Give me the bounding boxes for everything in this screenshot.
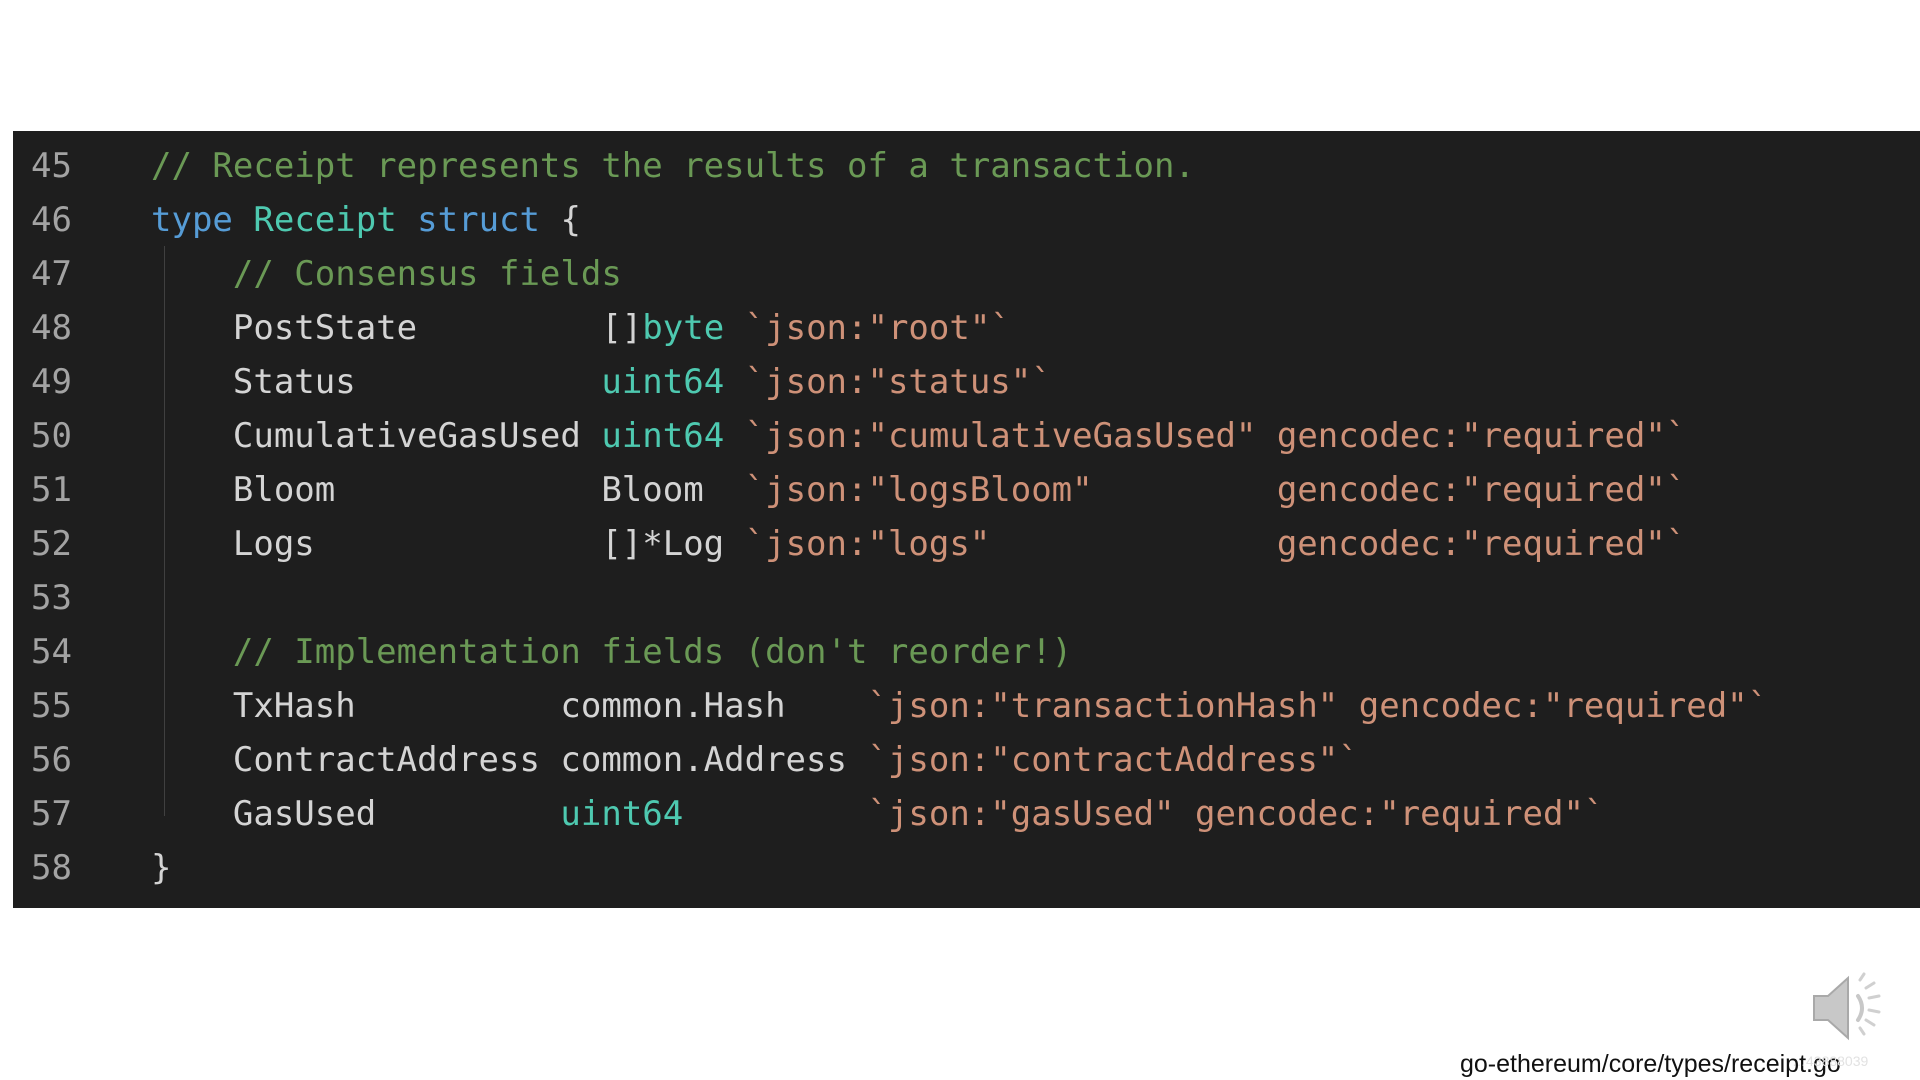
line-number: 57 xyxy=(31,794,72,834)
code-token-tag: `json:"logs" gencodec:"required"` xyxy=(744,524,1687,564)
line-number: 53 xyxy=(31,578,72,618)
code-text: TxHash common.Hash `json:"transactionHas… xyxy=(151,679,1768,733)
code-token-type: byte xyxy=(642,308,725,348)
code-token-tag: `json:"root"` xyxy=(744,308,1011,348)
code-line: 48 PostState []byte `json:"root"` xyxy=(13,301,1920,355)
code-token-comment: // Consensus fields xyxy=(232,254,622,294)
code-line: 56 ContractAddress common.Address `json:… xyxy=(13,733,1920,787)
code-text: // Consensus fields xyxy=(151,247,622,301)
code-text: type Receipt struct { xyxy=(151,193,581,247)
code-token-type: uint64 xyxy=(560,794,684,834)
code-token-plain: Status xyxy=(151,362,602,402)
code-line: 46 type Receipt struct { xyxy=(13,193,1920,247)
code-text: Status uint64 `json:"status"` xyxy=(151,355,1052,409)
code-line: 51 Bloom Bloom `json:"logsBloom" gencode… xyxy=(13,463,1920,517)
code-token-plain: } xyxy=(151,848,172,888)
code-text: // Receipt represents the results of a t… xyxy=(151,139,1195,193)
code-token-type: uint64 xyxy=(601,416,725,456)
code-token-plain: { xyxy=(539,200,581,240)
line-number: 46 xyxy=(31,200,72,240)
code-token-tag: `json:"transactionHash" gencodec:"requir… xyxy=(867,686,1769,726)
code-line: 45 // Receipt represents the results of a… xyxy=(13,139,1920,193)
slide: 45 // Receipt represents the results of a… xyxy=(0,0,1920,1080)
code-token-type: uint64 xyxy=(601,362,725,402)
code-token-plain: PostState [] xyxy=(151,308,643,348)
code-line: 55 TxHash common.Hash `json:"transaction… xyxy=(13,679,1920,733)
code-token-plain: GasUsed xyxy=(151,794,561,834)
code-text: ContractAddress common.Address `json:"co… xyxy=(151,733,1359,787)
code-line: 53 xyxy=(13,571,1920,625)
code-text: GasUsed uint64 `json:"gasUsed" gencodec:… xyxy=(151,787,1605,841)
code-token-plain: ContractAddress common.Address xyxy=(151,740,868,780)
code-token-tag: `json:"gasUsed" gencodec:"required"` xyxy=(867,794,1605,834)
line-number: 51 xyxy=(31,470,72,510)
source-file-caption: go-ethereum/core/types/receipt.go xyxy=(1460,1050,1841,1078)
code-line: 54 // Implementation fields (don't reord… xyxy=(13,625,1920,679)
code-token-tag: `json:"logsBloom" gencodec:"required"` xyxy=(744,470,1687,510)
line-number: 50 xyxy=(31,416,72,456)
speaker-volume-icon[interactable] xyxy=(1808,968,1888,1048)
code-text: Logs []*Log `json:"logs" gencodec:"requi… xyxy=(151,517,1686,571)
code-text: PostState []byte `json:"root"` xyxy=(151,301,1011,355)
code-line: 58} xyxy=(13,841,1920,895)
code-token-tag: `json:"contractAddress"` xyxy=(867,740,1359,780)
code-token-plain: CumulativeGasUsed xyxy=(151,416,602,456)
line-number: 48 xyxy=(31,308,72,348)
code-text: } xyxy=(151,841,171,895)
code-line: 49 Status uint64 `json:"status"` xyxy=(13,355,1920,409)
code-token-type: Receipt xyxy=(253,200,397,240)
code-token-plain: Logs []*Log xyxy=(151,524,745,564)
code-token-plain: TxHash common.Hash xyxy=(151,686,868,726)
code-token-keyword: type xyxy=(151,200,233,240)
line-number: 56 xyxy=(31,740,72,780)
line-number: 58 xyxy=(31,848,72,888)
code-text: CumulativeGasUsed uint64 `json:"cumulati… xyxy=(151,409,1686,463)
code-token-tag: `json:"status"` xyxy=(744,362,1052,402)
line-number: 47 xyxy=(31,254,72,294)
code-line: 52 Logs []*Log `json:"logs" gencodec:"re… xyxy=(13,517,1920,571)
code-token-plain: Bloom Bloom xyxy=(151,470,745,510)
line-number: 54 xyxy=(31,632,72,672)
code-token-keyword: struct xyxy=(417,200,540,240)
watermark: …43888039 xyxy=(1792,1053,1869,1069)
line-number: 49 xyxy=(31,362,72,402)
code-line: 57 GasUsed uint64 `json:"gasUsed" gencod… xyxy=(13,787,1920,841)
code-line: 50 CumulativeGasUsed uint64 `json:"cumul… xyxy=(13,409,1920,463)
code-text: Bloom Bloom `json:"logsBloom" gencodec:"… xyxy=(151,463,1686,517)
code-editor-panel: 45 // Receipt represents the results of a… xyxy=(13,131,1920,908)
line-number: 52 xyxy=(31,524,72,564)
code-token-comment: // Implementation fields (don't reorder!… xyxy=(232,632,1073,672)
line-number: 55 xyxy=(31,686,72,726)
code-line: 47 // Consensus fields xyxy=(13,247,1920,301)
code-text: // Implementation fields (don't reorder!… xyxy=(151,625,1072,679)
code-token-tag: `json:"cumulativeGasUsed" gencodec:"requ… xyxy=(744,416,1687,456)
code-token-comment: // Receipt represents the results of a t… xyxy=(151,146,1195,186)
line-number: 45 xyxy=(31,146,72,186)
